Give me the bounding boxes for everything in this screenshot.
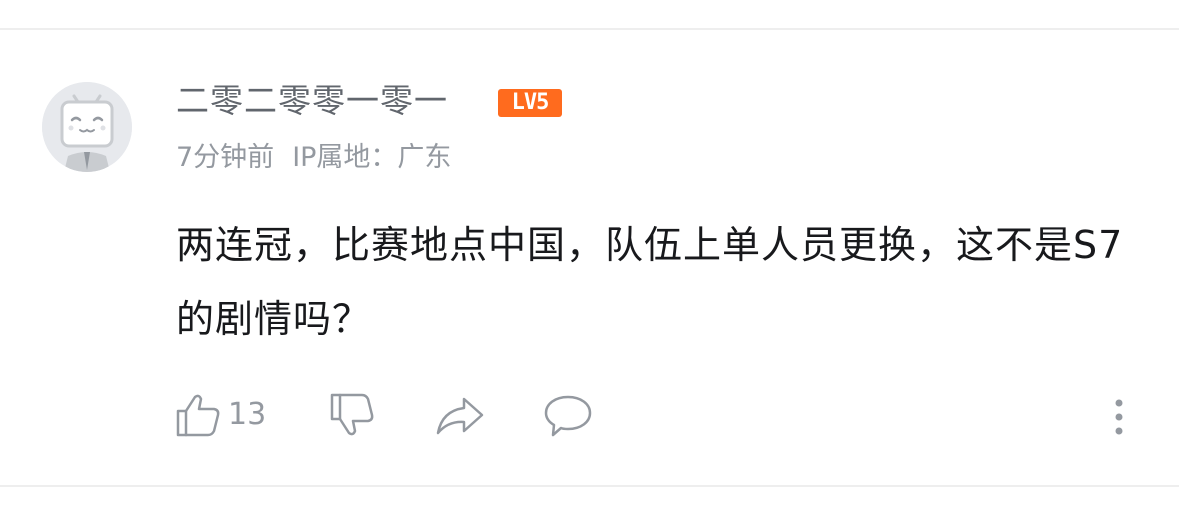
reply-button[interactable] <box>543 390 593 440</box>
comment-username[interactable]: 二零二零零一零一 <box>176 80 448 122</box>
more-options-button[interactable] <box>1104 392 1134 442</box>
like-button[interactable]: 13 <box>174 390 266 440</box>
share-arrow-icon <box>434 391 486 439</box>
bottom-divider <box>0 485 1179 487</box>
thumbs-down-icon <box>328 391 376 439</box>
user-avatar[interactable] <box>42 82 132 172</box>
top-divider <box>0 28 1179 30</box>
bilibili-tv-avatar-icon <box>42 82 132 172</box>
dislike-button[interactable] <box>328 390 376 440</box>
speech-bubble-icon <box>543 391 593 439</box>
comment-ip-location: IP属地：广东 <box>292 142 452 173</box>
comment-body: 两连冠，比赛地点中国，队伍上单人员更换，这不是S7的剧情吗？ <box>176 223 1124 341</box>
vertical-ellipsis-icon <box>1104 395 1134 439</box>
thumbs-up-icon <box>174 391 222 439</box>
user-level-badge: LV5 <box>498 89 562 117</box>
comment-meta: 7分钟前 IP属地：广东 <box>176 138 451 178</box>
comment-time: 7分钟前 <box>176 142 275 173</box>
share-button[interactable] <box>434 390 486 440</box>
like-count: 13 <box>228 397 267 432</box>
